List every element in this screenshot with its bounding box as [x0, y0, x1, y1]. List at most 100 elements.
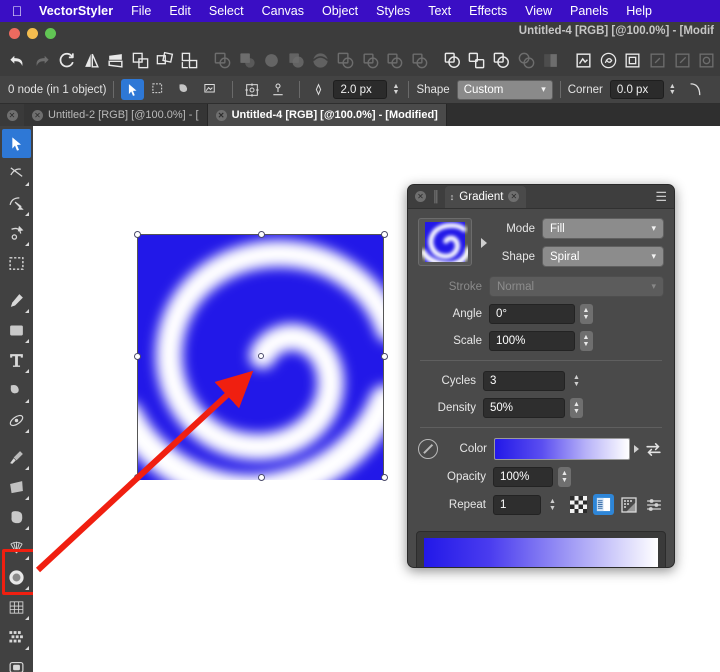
compound-release-icon[interactable] [466, 48, 489, 72]
opacity-stepper[interactable]: ▲▼ [558, 467, 571, 487]
density-stepper[interactable]: ▲▼ [570, 398, 583, 418]
corner-curve-icon[interactable] [684, 79, 707, 100]
edit-outline-icon[interactable] [671, 48, 694, 72]
node-select-tool-button[interactable] [121, 79, 144, 100]
close-button[interactable] [9, 28, 20, 39]
node-width-stepper[interactable]: ▲▼ [390, 84, 401, 96]
selection-handle-bc[interactable] [258, 474, 265, 481]
align-node-button[interactable] [240, 79, 263, 100]
shape-select[interactable]: Custom ▾ [457, 80, 553, 100]
selection-handle-bl[interactable] [134, 474, 141, 481]
group-shapes-icon[interactable] [490, 48, 513, 72]
tool-fan-warp[interactable] [2, 533, 31, 562]
corner-field[interactable]: 0.0 px [610, 80, 664, 99]
angle-field[interactable]: 0° [489, 304, 575, 324]
gradient-center-handle[interactable] [258, 353, 264, 359]
menu-item-effects[interactable]: Effects [460, 4, 516, 18]
menu-item-styles[interactable]: Styles [367, 4, 419, 18]
zoom-button[interactable] [45, 28, 56, 39]
edit-shape-icon[interactable] [646, 48, 669, 72]
flip-horizontal-icon[interactable] [80, 48, 103, 72]
menu-item-object[interactable]: Object [313, 4, 367, 18]
boolean-divide-icon[interactable] [310, 48, 333, 72]
minimize-button[interactable] [27, 28, 38, 39]
tool-blob[interactable] [2, 503, 31, 532]
transform-rotate-icon[interactable] [154, 48, 177, 72]
tool-mesh-gradient[interactable] [2, 593, 31, 622]
boolean-subtract-icon[interactable] [236, 48, 259, 72]
tool-spiral[interactable] [2, 406, 31, 435]
document-tab-untitled-2[interactable]: ✕ Untitled-2 [RGB] [@100.0%] - [ [24, 104, 208, 126]
selection-handle-br[interactable] [381, 474, 388, 481]
boolean-trim-icon[interactable] [334, 48, 357, 72]
tool-pen[interactable] [2, 286, 31, 315]
swap-colors-icon[interactable] [643, 439, 664, 460]
color-expand-arrow-icon[interactable] [634, 445, 639, 453]
stamp-node-button[interactable] [266, 79, 289, 100]
boolean-unite-icon[interactable] [211, 48, 234, 72]
apple-logo-icon[interactable]:  [8, 4, 26, 18]
preview-expand-arrow-icon[interactable] [481, 238, 487, 248]
close-all-tabs-icon[interactable]: ✕ [0, 104, 24, 126]
redo-icon[interactable] [31, 48, 54, 72]
tool-rectangle[interactable] [2, 316, 31, 345]
menu-item-select[interactable]: Select [200, 4, 253, 18]
marquee-select-button[interactable] [147, 79, 170, 100]
menu-item-text[interactable]: Text [419, 4, 460, 18]
transparency-checker-button[interactable] [568, 494, 589, 515]
selection-handle-ml[interactable] [134, 353, 141, 360]
menu-item-edit[interactable]: Edit [160, 4, 200, 18]
repeat-field[interactable]: 1 [493, 495, 541, 515]
tool-paint-brush[interactable] [2, 443, 31, 472]
panel-tab-close-icon[interactable]: ✕ [508, 191, 519, 202]
close-icon[interactable]: ✕ [216, 110, 227, 121]
lasso-select-button[interactable] [173, 79, 196, 100]
panel-grip-icon[interactable]: ║ [432, 191, 439, 203]
scale-stepper[interactable]: ▲▼ [580, 331, 593, 351]
color-gradient-swatch[interactable] [494, 438, 630, 460]
transform-move-icon[interactable] [129, 48, 152, 72]
scale-field[interactable]: 100% [489, 331, 575, 351]
panel-close-icon[interactable]: ✕ [415, 191, 426, 202]
gradient-shape-select[interactable]: Spiral ▾ [542, 246, 664, 267]
flip-vertical-icon[interactable] [104, 48, 127, 72]
grid-target-icon[interactable] [695, 48, 718, 72]
tool-gradient[interactable] [2, 563, 31, 592]
tool-shape-builder[interactable] [2, 219, 31, 248]
gradient-artwork[interactable] [137, 234, 384, 476]
opacity-field[interactable]: 100% [493, 467, 553, 487]
selection-handle-mr[interactable] [381, 353, 388, 360]
corner-stepper[interactable]: ▲▼ [667, 84, 678, 96]
menu-app-name[interactable]: VectorStyler [30, 4, 122, 18]
menu-item-help[interactable]: Help [617, 4, 661, 18]
gradient-stop-editor[interactable] [416, 531, 666, 568]
boolean-outline-icon[interactable] [408, 48, 431, 72]
tool-text[interactable] [2, 346, 31, 375]
menu-item-view[interactable]: View [516, 4, 561, 18]
image-select-button[interactable] [199, 79, 222, 100]
cycles-field[interactable]: 3 [483, 371, 565, 391]
gradient-preview-swatch[interactable] [418, 218, 472, 266]
boolean-exclude-icon[interactable] [285, 48, 308, 72]
gradient-editor-bar[interactable] [424, 538, 658, 568]
compound-path-icon[interactable] [441, 48, 464, 72]
tool-effects[interactable] [2, 653, 31, 672]
document-tab-untitled-4[interactable]: ✕ Untitled-4 [RGB] [@100.0%] - [Modified… [208, 104, 447, 126]
frame-icon[interactable] [622, 48, 645, 72]
noise-dither-button[interactable] [618, 494, 639, 515]
cycles-stepper[interactable]: ▲▼ [570, 371, 583, 391]
repeat-stepper[interactable]: ▲▼ [546, 495, 559, 515]
tool-brush-select[interactable] [2, 376, 31, 405]
tool-marquee[interactable] [2, 249, 31, 278]
menu-item-file[interactable]: File [122, 4, 160, 18]
tool-pattern[interactable] [2, 623, 31, 652]
menu-item-panels[interactable]: Panels [561, 4, 617, 18]
boolean-merge-icon[interactable] [359, 48, 382, 72]
panel-menu-icon[interactable]: ☰ [655, 192, 667, 201]
tool-curve-edit[interactable] [2, 189, 31, 218]
boolean-crop-icon[interactable] [383, 48, 406, 72]
tool-select[interactable] [2, 129, 31, 158]
selection-handle-tl[interactable] [134, 231, 141, 238]
density-field[interactable]: 50% [483, 398, 565, 418]
eyedropper-icon[interactable] [418, 439, 438, 459]
